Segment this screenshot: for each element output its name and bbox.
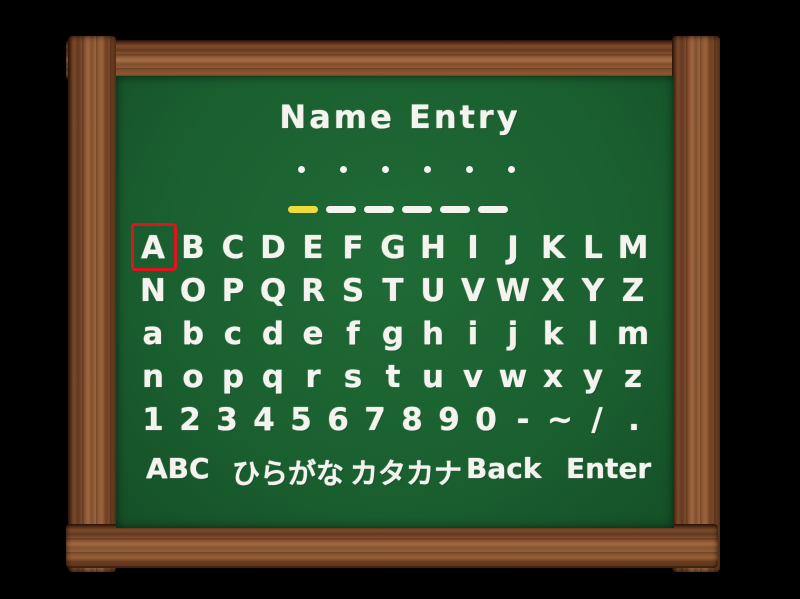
char-key[interactable]: 3	[207, 400, 247, 440]
char-key[interactable]: B	[173, 228, 213, 268]
char-key[interactable]: a	[133, 314, 173, 354]
char-key[interactable]: /	[577, 400, 617, 440]
char-key[interactable]: E	[293, 228, 333, 268]
char-key[interactable]: f	[333, 314, 373, 354]
char-key[interactable]: r	[293, 357, 333, 397]
char-key[interactable]: D	[253, 228, 293, 268]
char-key[interactable]: q	[253, 357, 293, 397]
char-row-uppercase-2: N O P Q R S T U V W X Y Z	[133, 271, 673, 314]
screen-title: Name Entry	[279, 98, 521, 136]
char-key[interactable]: -	[503, 400, 543, 440]
char-key[interactable]: Z	[613, 271, 653, 311]
char-key[interactable]: S	[333, 271, 373, 311]
char-key[interactable]: 9	[429, 400, 469, 440]
char-key[interactable]: M	[613, 228, 653, 268]
char-key[interactable]: Y	[573, 271, 613, 311]
char-key[interactable]: F	[333, 228, 373, 268]
back-button[interactable]: Back	[466, 452, 541, 485]
char-key[interactable]: u	[413, 357, 453, 397]
name-slot-dot	[508, 166, 515, 173]
char-key[interactable]: Q	[253, 271, 293, 311]
name-slot-underline	[326, 206, 356, 213]
char-key[interactable]: H	[413, 228, 453, 268]
char-key[interactable]: g	[373, 314, 413, 354]
char-row-lowercase-2: n o p q r s t u v w x y z	[133, 357, 673, 400]
char-key[interactable]: 2	[170, 400, 210, 440]
char-row-digits-symbols: 1 2 3 4 5 6 7 8 9 0 - ~ / .	[133, 400, 673, 443]
char-key[interactable]: j	[493, 314, 533, 354]
char-key[interactable]: V	[453, 271, 493, 311]
frame-top-plank	[66, 40, 718, 80]
char-key[interactable]: R	[293, 271, 333, 311]
mode-hiragana-button[interactable]: ひらがな	[232, 452, 344, 492]
frame-bottom-plank	[66, 524, 718, 568]
mode-katakana-button[interactable]: カタカナ	[350, 452, 462, 492]
char-key[interactable]: p	[213, 357, 253, 397]
char-key[interactable]: t	[373, 357, 413, 397]
name-slots	[288, 158, 528, 228]
char-key[interactable]: .	[614, 400, 654, 440]
char-key[interactable]: P	[213, 271, 253, 311]
name-slot-underline-active	[288, 206, 318, 213]
char-row-uppercase-1: A B C D E F G H I J K L M	[133, 228, 673, 271]
char-key[interactable]: 1	[133, 400, 173, 440]
char-key[interactable]: C	[213, 228, 253, 268]
char-key[interactable]: 4	[244, 400, 284, 440]
char-key[interactable]: W	[493, 271, 533, 311]
char-key[interactable]: c	[213, 314, 253, 354]
char-key[interactable]: i	[453, 314, 493, 354]
name-slot-dot	[466, 166, 473, 173]
char-key[interactable]: U	[413, 271, 453, 311]
char-key[interactable]: I	[453, 228, 493, 268]
name-slot-dot	[382, 166, 389, 173]
char-key[interactable]: s	[333, 357, 373, 397]
char-key[interactable]: o	[173, 357, 213, 397]
char-key[interactable]: n	[133, 357, 173, 397]
name-slot-dot	[340, 166, 347, 173]
name-slot-underline	[478, 206, 508, 213]
char-key[interactable]: O	[173, 271, 213, 311]
char-key[interactable]: 7	[355, 400, 395, 440]
char-key[interactable]: K	[533, 228, 573, 268]
char-key[interactable]: 5	[281, 400, 321, 440]
char-row-lowercase-1: a b c d e f g h i j k l m	[133, 314, 673, 357]
char-key[interactable]: d	[253, 314, 293, 354]
char-key[interactable]: ~	[540, 400, 580, 440]
char-key[interactable]: 6	[318, 400, 358, 440]
char-key[interactable]: N	[133, 271, 173, 311]
char-key[interactable]: A	[133, 228, 173, 268]
name-slot-underline	[402, 206, 432, 213]
char-key[interactable]: T	[373, 271, 413, 311]
char-key[interactable]: b	[173, 314, 213, 354]
mode-action-row: ABC ひらがな カタカナ Back Enter	[0, 452, 800, 492]
char-key[interactable]: e	[293, 314, 333, 354]
char-key[interactable]: 0	[466, 400, 506, 440]
char-key[interactable]: X	[533, 271, 573, 311]
char-key[interactable]: v	[453, 357, 493, 397]
mode-abc-button[interactable]: ABC	[146, 452, 210, 485]
char-key[interactable]: y	[573, 357, 613, 397]
character-grid: A B C D E F G H I J K L M N O P Q R S T …	[133, 228, 673, 443]
char-key[interactable]: l	[573, 314, 613, 354]
enter-button[interactable]: Enter	[566, 452, 651, 485]
char-key[interactable]: w	[493, 357, 533, 397]
name-slot-dot	[298, 166, 305, 173]
name-slot-underline	[364, 206, 394, 213]
char-key[interactable]: h	[413, 314, 453, 354]
char-key[interactable]: G	[373, 228, 413, 268]
name-slot-dot	[424, 166, 431, 173]
char-key[interactable]: m	[613, 314, 653, 354]
char-key[interactable]: L	[573, 228, 613, 268]
char-key[interactable]: 8	[392, 400, 432, 440]
char-key[interactable]: x	[533, 357, 573, 397]
name-slot-underline	[440, 206, 470, 213]
char-key[interactable]: J	[493, 228, 533, 268]
char-key[interactable]: k	[533, 314, 573, 354]
char-key[interactable]: z	[613, 357, 653, 397]
